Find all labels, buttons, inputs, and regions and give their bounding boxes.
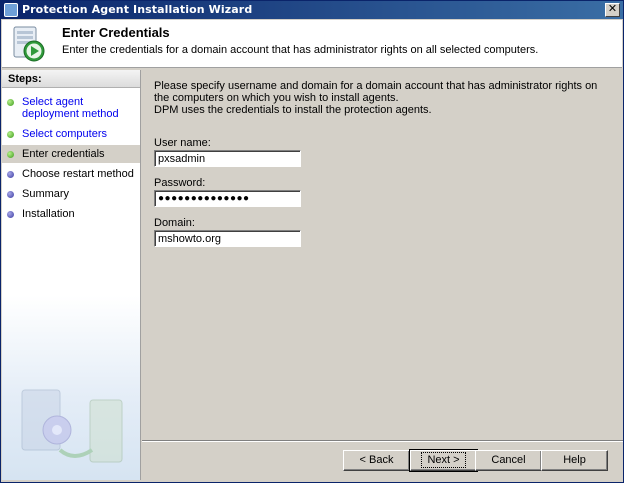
help-button[interactable]: Help: [541, 450, 608, 471]
server-play-icon: [13, 26, 45, 62]
blue-dot-icon: [7, 191, 14, 198]
back-button[interactable]: < Back: [343, 450, 410, 471]
page-subtitle: Enter the credentials for a domain accou…: [62, 44, 539, 56]
step-select-deployment-method[interactable]: Select agent deployment method: [2, 96, 140, 120]
step-enter-credentials: Enter credentials: [2, 145, 140, 163]
wizard-window: Protection Agent Installation Wizard ✕ E…: [0, 0, 624, 483]
step-label: Choose restart method: [22, 168, 134, 180]
app-icon: [4, 3, 18, 17]
step-summary: Summary: [2, 188, 140, 200]
password-label: Password:: [154, 177, 206, 189]
step-label: Enter credentials: [22, 148, 105, 160]
window-title: Protection Agent Installation Wizard: [22, 3, 253, 16]
step-label: Select agent deployment method: [22, 96, 119, 120]
step-label: Summary: [22, 188, 70, 200]
step-installation: Installation: [2, 208, 140, 220]
steps-sidebar: Steps: Select agent deployment method Se…: [2, 70, 141, 480]
domain-label: Domain:: [154, 217, 195, 229]
page-title: Enter Credentials: [62, 25, 170, 40]
username-label: User name:: [154, 137, 211, 149]
username-input[interactable]: [154, 150, 301, 167]
servers-illustration-icon: [21, 389, 123, 463]
blue-dot-icon: [7, 171, 14, 178]
domain-input[interactable]: [154, 230, 301, 247]
blue-dot-icon: [7, 211, 14, 218]
step-label: Select computers: [22, 128, 107, 140]
next-button-label: Next >: [421, 452, 466, 468]
title-bar[interactable]: Protection Agent Installation Wizard ✕: [1, 1, 623, 19]
step-choose-restart-method: Choose restart method: [2, 168, 140, 180]
green-dot-icon: [7, 99, 14, 106]
intro-text: Please specify username and domain for a…: [154, 80, 614, 116]
password-input[interactable]: [154, 190, 301, 207]
footer-divider: [142, 440, 623, 442]
step-select-computers[interactable]: Select computers: [2, 128, 140, 140]
cancel-button[interactable]: Cancel: [475, 450, 542, 471]
close-button[interactable]: ✕: [605, 3, 620, 17]
next-button[interactable]: Next >: [409, 449, 478, 472]
intro-line-1: Please specify username and domain for a…: [154, 80, 598, 104]
green-dot-icon: [7, 131, 14, 138]
intro-line-2: DPM uses the credentials to install the …: [154, 104, 432, 116]
content-panel: Please specify username and domain for a…: [142, 70, 623, 440]
step-label: Installation: [22, 208, 75, 220]
wizard-header: Enter Credentials Enter the credentials …: [2, 20, 622, 68]
steps-heading: Steps:: [2, 70, 140, 88]
green-dot-icon: [7, 151, 14, 158]
